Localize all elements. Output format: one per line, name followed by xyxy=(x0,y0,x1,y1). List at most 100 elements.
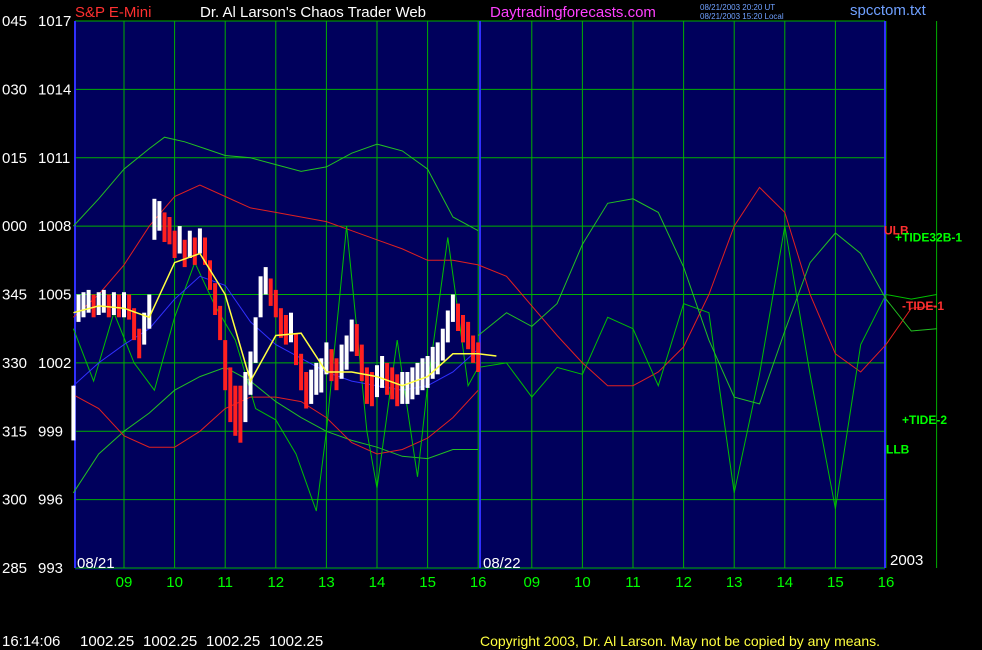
x-tick-hour: 15 xyxy=(827,574,844,591)
price-bar xyxy=(289,312,293,343)
price-bar xyxy=(192,237,197,265)
price-bar xyxy=(162,212,167,242)
filename-label: spcctom.txt xyxy=(850,2,927,19)
y-tick-price: 1002 xyxy=(38,355,71,372)
price-bar xyxy=(101,289,106,313)
price-bar xyxy=(223,340,228,391)
price-bar xyxy=(344,335,349,370)
price-bar xyxy=(380,356,385,388)
price-bar xyxy=(456,303,460,331)
price-bar xyxy=(142,312,147,345)
x-tick-hour: 10 xyxy=(166,574,183,591)
price-bar xyxy=(364,367,369,404)
y-tick-angle: 300 xyxy=(2,492,27,509)
price-bar xyxy=(268,278,273,306)
series-layer xyxy=(71,136,937,512)
price-bar xyxy=(314,362,319,395)
chart-window: S&P E-Mini Dr. Al Larson's Chaos Trader … xyxy=(0,0,982,650)
price-bar xyxy=(283,315,288,345)
footer-high: 1002.25 xyxy=(143,633,197,650)
price-bar xyxy=(253,317,258,363)
instrument-label: S&P E-Mini xyxy=(75,4,151,21)
price-bar xyxy=(197,228,202,254)
y-tick-price: 993 xyxy=(38,560,63,577)
year-label: 2003 xyxy=(890,552,923,569)
copyright-notice: Copyright 2003, Dr. Al Larson. May not b… xyxy=(480,633,880,649)
x-tick-hour: 11 xyxy=(217,574,233,591)
x-tick-hour: 15 xyxy=(419,574,436,591)
price-bar xyxy=(177,226,182,254)
tide-annotations: ULB+TIDE32B-1-TIDE-1+TIDE-2LLB xyxy=(884,224,962,457)
price-bar xyxy=(106,294,111,318)
y-tick-angle: 045 xyxy=(2,13,27,30)
price-bar xyxy=(349,319,354,352)
price-bar xyxy=(243,372,248,423)
x-axis-labels: 09 10 11 12 13 14 15 16 09 10 11 12 13 14 15 16 xyxy=(116,574,895,591)
x-tick-hour: 10 xyxy=(574,574,591,591)
x-tick-hour: 13 xyxy=(726,574,743,591)
price-bar xyxy=(137,328,142,359)
price-bar xyxy=(238,385,243,443)
price-bar xyxy=(294,333,298,366)
price-bar xyxy=(395,374,400,407)
day-label-0821: 08/21 xyxy=(77,555,115,572)
y-tick-angle: 285 xyxy=(2,560,27,577)
price-bar xyxy=(147,294,152,329)
price-bar xyxy=(445,310,450,343)
series-tide-green xyxy=(72,226,937,512)
price-bar xyxy=(339,344,344,379)
timestamp-local: 08/21/2003 15:20 Local xyxy=(700,12,784,21)
price-bar xyxy=(440,328,445,361)
price-bar xyxy=(466,321,471,350)
y-tick-price: 1017 xyxy=(38,13,71,30)
x-tick-hour: 16 xyxy=(470,574,487,591)
price-bar xyxy=(96,292,101,315)
footer-open: 1002.25 xyxy=(80,633,134,650)
price-bar xyxy=(218,305,223,341)
price-bar xyxy=(354,324,359,356)
price-bar xyxy=(304,372,309,409)
price-bar xyxy=(167,217,172,245)
y-tick-price: 999 xyxy=(38,423,63,440)
price-bar xyxy=(91,294,96,318)
price-bar xyxy=(71,385,76,441)
chart-svg: S&P E-Mini Dr. Al Larson's Chaos Trader … xyxy=(2,2,962,650)
price-bar xyxy=(450,294,455,322)
price-bar xyxy=(405,372,410,404)
price-bar xyxy=(172,230,177,258)
price-bar xyxy=(385,362,390,395)
grid xyxy=(74,20,938,569)
y-tick-price: 1005 xyxy=(38,287,71,304)
price-bar xyxy=(299,353,304,391)
price-bar xyxy=(248,351,253,395)
y-tick-angle: 030 xyxy=(2,81,27,98)
x-tick-hour: 12 xyxy=(675,574,692,591)
price-bar xyxy=(278,308,283,338)
footer-close: 1002.25 xyxy=(269,633,323,650)
site-link[interactable]: Daytradingforecasts.com xyxy=(490,4,656,21)
price-bar xyxy=(233,385,238,436)
price-bar xyxy=(400,372,405,404)
price-bar xyxy=(273,289,278,318)
price-bar xyxy=(157,201,162,231)
price-bar xyxy=(116,294,121,318)
price-bar xyxy=(127,294,132,320)
price-bar xyxy=(461,315,465,343)
x-tick-hour: 09 xyxy=(116,574,133,591)
price-bar xyxy=(329,349,334,382)
x-tick-hour: 16 xyxy=(878,574,895,591)
price-bar xyxy=(420,358,425,391)
price-bar xyxy=(187,230,192,258)
timestamp-ut: 08/21/2003 20:20 UT xyxy=(700,3,775,12)
y-tick-price: 1008 xyxy=(38,218,71,235)
price-bar xyxy=(369,372,374,407)
price-bar xyxy=(208,260,212,290)
price-bar xyxy=(476,342,481,372)
annotation--tide32b-1: +TIDE32B-1 xyxy=(895,231,962,245)
day-label-0822: 08/22 xyxy=(483,555,521,572)
footer-low: 1002.25 xyxy=(206,633,260,650)
price-bar xyxy=(258,276,263,318)
y-tick-angle: 315 xyxy=(2,423,27,440)
y-tick-angle: 330 xyxy=(2,355,27,372)
price-bar xyxy=(309,369,314,404)
